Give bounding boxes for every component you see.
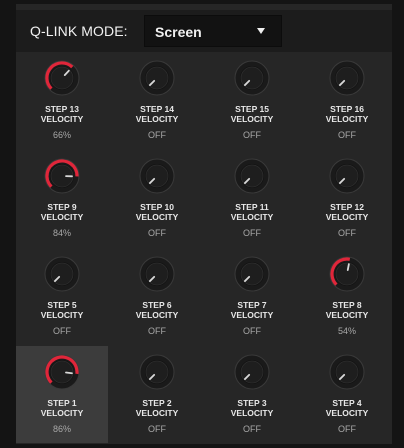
step-cell[interactable]: STEP 10 VELOCITY OFF <box>111 150 203 247</box>
velocity-value: OFF <box>243 228 261 238</box>
param-label: VELOCITY <box>40 114 84 124</box>
velocity-value: OFF <box>53 326 71 336</box>
param-label: VELOCITY <box>325 114 369 124</box>
velocity-value: 84% <box>52 228 71 238</box>
step-label: STEP 4 <box>332 398 362 408</box>
step-cell[interactable]: STEP 15 VELOCITY OFF <box>206 52 298 149</box>
velocity-value: OFF <box>338 130 356 140</box>
step-label: STEP 1 <box>47 398 77 408</box>
step-label: STEP 11 <box>235 202 269 212</box>
param-label: VELOCITY <box>325 310 369 320</box>
step-cell[interactable]: STEP 7 VELOCITY OFF <box>206 248 298 345</box>
velocity-value: OFF <box>338 424 356 434</box>
velocity-knob[interactable] <box>232 58 272 98</box>
velocity-knob[interactable] <box>42 156 82 196</box>
velocity-value: OFF <box>148 228 166 238</box>
qlink-mode-dropdown[interactable]: Screen <box>144 15 282 47</box>
param-label: VELOCITY <box>40 310 84 320</box>
param-label: VELOCITY <box>325 212 369 222</box>
velocity-knob[interactable] <box>137 58 177 98</box>
step-cell[interactable]: STEP 2 VELOCITY OFF <box>111 346 203 443</box>
qlink-mode-value: Screen <box>155 24 202 40</box>
param-label: VELOCITY <box>230 310 274 320</box>
step-label: STEP 16 <box>330 104 364 114</box>
velocity-knob[interactable] <box>327 352 367 392</box>
param-label: VELOCITY <box>230 408 274 418</box>
step-cell[interactable]: STEP 16 VELOCITY OFF <box>301 52 393 149</box>
qlink-mode-label: Q-LINK MODE: <box>30 23 128 39</box>
velocity-knob[interactable] <box>327 156 367 196</box>
velocity-knob[interactable] <box>137 254 177 294</box>
param-label: VELOCITY <box>135 114 179 124</box>
param-label: VELOCITY <box>40 408 84 418</box>
velocity-value: 66% <box>52 130 71 140</box>
param-label: VELOCITY <box>40 212 84 222</box>
step-cell[interactable]: STEP 1 VELOCITY 86% <box>16 346 108 443</box>
step-label: STEP 7 <box>237 300 267 310</box>
velocity-knob[interactable] <box>42 58 82 98</box>
step-label: STEP 3 <box>237 398 267 408</box>
qlink-panel: Q-LINK MODE: Screen STEP 13 VELOCITY 66% ST… <box>16 4 392 444</box>
velocity-knob[interactable] <box>327 58 367 98</box>
step-cell[interactable]: STEP 9 VELOCITY 84% <box>16 150 108 247</box>
step-cell[interactable]: STEP 11 VELOCITY OFF <box>206 150 298 247</box>
step-label: STEP 5 <box>47 300 77 310</box>
step-knob-grid: STEP 13 VELOCITY 66% STEP 14 VELOCITY OFF STEP… <box>16 52 392 444</box>
param-label: VELOCITY <box>135 212 179 222</box>
step-label: STEP 10 <box>140 202 174 212</box>
velocity-value: OFF <box>148 424 166 434</box>
param-label: VELOCITY <box>230 212 274 222</box>
step-cell[interactable]: STEP 12 VELOCITY OFF <box>301 150 393 247</box>
step-cell[interactable]: STEP 5 VELOCITY OFF <box>16 248 108 345</box>
velocity-knob[interactable] <box>232 254 272 294</box>
param-label: VELOCITY <box>135 408 179 418</box>
velocity-knob[interactable] <box>42 352 82 392</box>
velocity-value: OFF <box>243 326 261 336</box>
step-label: STEP 14 <box>140 104 174 114</box>
velocity-value: 54% <box>337 326 356 336</box>
step-label: STEP 2 <box>142 398 172 408</box>
step-cell[interactable]: STEP 13 VELOCITY 66% <box>16 52 108 149</box>
step-label: STEP 9 <box>47 202 77 212</box>
step-label: STEP 8 <box>332 300 362 310</box>
step-label: STEP 15 <box>235 104 269 114</box>
step-cell[interactable]: STEP 14 VELOCITY OFF <box>111 52 203 149</box>
step-label: STEP 6 <box>142 300 172 310</box>
velocity-value: OFF <box>243 424 261 434</box>
param-label: VELOCITY <box>230 114 274 124</box>
step-label: STEP 13 <box>45 104 79 114</box>
velocity-value: OFF <box>338 228 356 238</box>
velocity-value: OFF <box>243 130 261 140</box>
step-cell[interactable]: STEP 6 VELOCITY OFF <box>111 248 203 345</box>
step-cell[interactable]: STEP 3 VELOCITY OFF <box>206 346 298 443</box>
velocity-value: OFF <box>148 130 166 140</box>
step-cell[interactable]: STEP 8 VELOCITY 54% <box>301 248 393 345</box>
velocity-knob[interactable] <box>232 352 272 392</box>
param-label: VELOCITY <box>135 310 179 320</box>
velocity-knob[interactable] <box>137 352 177 392</box>
step-label: STEP 12 <box>330 202 364 212</box>
velocity-knob[interactable] <box>232 156 272 196</box>
velocity-knob[interactable] <box>42 254 82 294</box>
param-label: VELOCITY <box>325 408 369 418</box>
step-cell[interactable]: STEP 4 VELOCITY OFF <box>301 346 393 443</box>
velocity-knob[interactable] <box>137 156 177 196</box>
velocity-value: OFF <box>148 326 166 336</box>
velocity-value: 86% <box>52 424 71 434</box>
qlink-mode-header: Q-LINK MODE: Screen <box>16 10 392 52</box>
velocity-knob[interactable] <box>327 254 367 294</box>
